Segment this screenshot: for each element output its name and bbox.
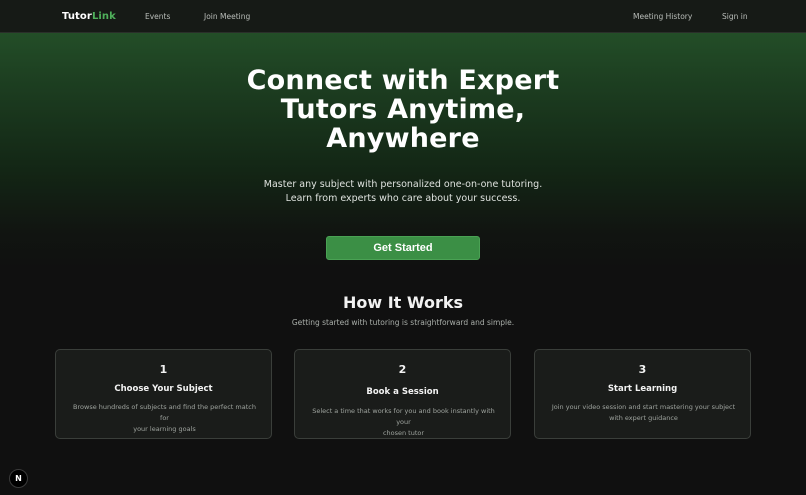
step-description-line: Browse hundreds of subjects and find the… bbox=[73, 403, 256, 422]
step-description-line: Join your video session and start master… bbox=[551, 403, 736, 411]
step-description-line: your learning goals bbox=[133, 425, 196, 433]
step-description-line: with expert guidance bbox=[609, 414, 678, 422]
page: TutorLink Events Join Meeting Meeting Hi… bbox=[0, 0, 806, 495]
step-card-1: 1 Choose Your Subject Browse hundreds of… bbox=[55, 349, 272, 439]
hero-title-line: Anywhere bbox=[326, 123, 480, 154]
step-title: Book a Session bbox=[366, 387, 439, 397]
step-description-line: Select a time that works for you and boo… bbox=[312, 407, 495, 426]
step-card-3: 3 Start Learning Join your video session… bbox=[534, 349, 751, 439]
brand-logo[interactable]: TutorLink bbox=[62, 11, 116, 22]
brand-name-part2: Link bbox=[91, 11, 116, 22]
hero-title-line: Tutors Anytime, bbox=[280, 94, 526, 125]
step-number: 3 bbox=[638, 363, 647, 376]
hero-subtitle-line: Master any subject with personalized one… bbox=[263, 179, 543, 190]
how-it-works-title: How It Works bbox=[342, 293, 464, 312]
nav-link-events[interactable]: Events bbox=[145, 12, 170, 21]
step-title: Choose Your Subject bbox=[114, 384, 213, 394]
hero-subtitle: Master any subject with personalized one… bbox=[220, 178, 586, 205]
nextjs-logo-icon[interactable]: N bbox=[9, 469, 28, 488]
step-title: Start Learning bbox=[607, 384, 678, 394]
brand-name-part1: Tutor bbox=[62, 11, 92, 22]
step-description: Browse hundreds of subjects and find the… bbox=[68, 402, 261, 435]
step-description: Select a time that works for you and boo… bbox=[307, 406, 500, 439]
sign-in-link[interactable]: Sign in bbox=[722, 12, 748, 21]
step-number: 1 bbox=[159, 363, 168, 376]
step-number: 2 bbox=[398, 363, 407, 376]
hero-title: Connect with Expert Tutors Anytime, Anyw… bbox=[200, 66, 606, 153]
navbar: TutorLink Events Join Meeting Meeting Hi… bbox=[0, 0, 806, 33]
step-card-2: 2 Book a Session Select a time that work… bbox=[294, 349, 511, 439]
step-description: Join your video session and start master… bbox=[547, 402, 740, 424]
hero-title-line: Connect with Expert bbox=[246, 65, 560, 96]
how-it-works-subtitle: Getting started with tutoring is straigh… bbox=[291, 318, 515, 327]
get-started-button[interactable]: Get Started bbox=[326, 236, 480, 260]
hero-subtitle-line: Learn from experts who care about your s… bbox=[285, 192, 521, 204]
nav-link-join-meeting[interactable]: Join Meeting bbox=[204, 12, 250, 21]
nav-link-meeting-history[interactable]: Meeting History bbox=[633, 12, 692, 21]
step-description-line: chosen tutor bbox=[382, 429, 425, 437]
